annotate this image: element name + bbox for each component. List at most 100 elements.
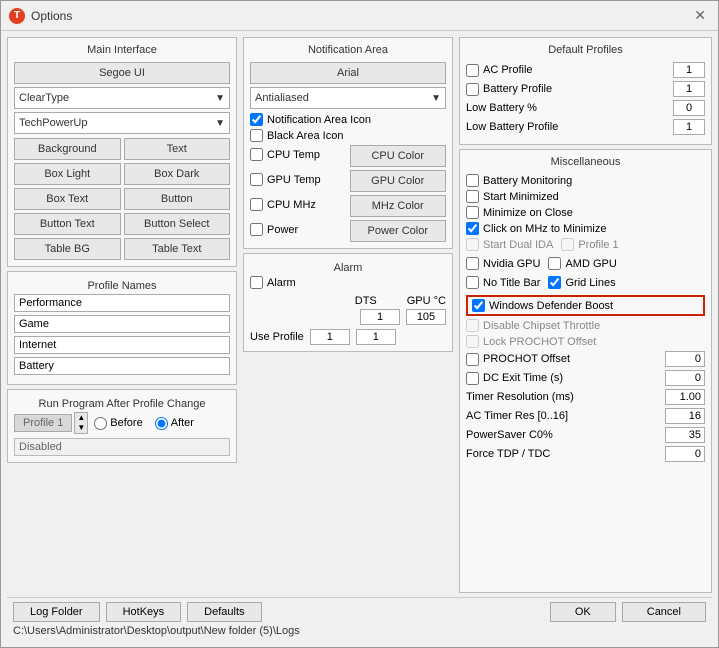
rendering-dropdown[interactable]: ClearType ▼	[14, 87, 230, 109]
click-mhz-checkbox[interactable]	[466, 222, 479, 235]
dp-ac-profile-row: AC Profile	[466, 62, 705, 78]
black-area-icon-checkbox[interactable]	[250, 129, 263, 142]
button-select-button[interactable]: Button Select	[124, 213, 231, 235]
profile-spinner-up[interactable]: ▲	[75, 413, 87, 423]
cpu-color-button[interactable]: CPU Color	[350, 145, 447, 167]
theme-dropdown[interactable]: TechPowerUp ▼	[14, 112, 230, 134]
path-display: C:\Users\Administrator\Desktop\output\Ne…	[13, 625, 706, 637]
gpu-temp-row: GPU Temp	[250, 170, 347, 189]
alarm-checkbox-row: Alarm	[250, 276, 446, 289]
cancel-button[interactable]: Cancel	[622, 602, 706, 622]
after-radio-label[interactable]: After	[155, 417, 194, 430]
alarm-checkbox[interactable]	[250, 276, 263, 289]
button-button[interactable]: Button	[124, 188, 231, 210]
profile-spinner-down[interactable]: ▼	[75, 423, 87, 433]
gpu-row: Nvidia GPU AMD GPU	[466, 257, 705, 273]
cpu-temp-row: CPU Temp	[250, 145, 347, 164]
ac-timer-res-row: AC Timer Res [0..16]	[466, 408, 705, 424]
title-bar-left: T Options	[9, 8, 72, 24]
alarm-gpu-input[interactable]	[406, 309, 446, 325]
defaults-button[interactable]: Defaults	[187, 602, 261, 622]
prochot-offset-input[interactable]	[665, 351, 705, 367]
button-text-button[interactable]: Button Text	[14, 213, 121, 235]
dc-exit-time-input[interactable]	[665, 370, 705, 386]
cpu-temp-checkbox[interactable]	[250, 148, 263, 161]
before-radio-label[interactable]: Before	[94, 417, 142, 430]
battery-monitoring-row: Battery Monitoring	[466, 174, 705, 187]
before-radio[interactable]	[94, 417, 107, 430]
prochot-offset-row: PROCHOT Offset	[466, 351, 705, 367]
hotkeys-button[interactable]: HotKeys	[106, 602, 182, 622]
ac-timer-res-input[interactable]	[665, 408, 705, 424]
gpu-temp-checkbox[interactable]	[250, 173, 263, 186]
mhz-color-button[interactable]: MHz Color	[350, 195, 447, 217]
profile1-button[interactable]: Profile 1	[14, 414, 72, 432]
title-bar-row: No Title Bar Grid Lines	[466, 276, 705, 292]
dialog-title: Options	[31, 9, 72, 23]
profile-name-1[interactable]	[14, 294, 230, 312]
font-button[interactable]: Segoe UI	[14, 62, 230, 84]
start-minimized-checkbox[interactable]	[466, 190, 479, 203]
low-battery-profile-input[interactable]	[673, 119, 705, 135]
bottom-buttons: Log Folder HotKeys Defaults	[13, 602, 262, 622]
battery-profile-input[interactable]	[673, 81, 705, 97]
force-tdp-row: Force TDP / TDC	[466, 446, 705, 462]
dc-exit-time-checkbox[interactable]	[466, 372, 479, 385]
profile-name-4[interactable]	[14, 357, 230, 375]
run-program-title: Run Program After Profile Change	[14, 398, 230, 410]
power-color-button[interactable]: Power Color	[350, 220, 447, 242]
force-tdp-input[interactable]	[665, 446, 705, 462]
ok-button[interactable]: OK	[550, 602, 616, 622]
battery-profile-checkbox[interactable]	[466, 83, 479, 96]
background-button[interactable]: Background	[14, 138, 121, 160]
nvidia-gpu-checkbox[interactable]	[466, 257, 479, 270]
box-text-button[interactable]: Box Text	[14, 188, 121, 210]
color-buttons-grid: CPU Temp CPU Color GPU Temp GPU Color CP…	[250, 145, 446, 242]
dp-battery-label: Battery Profile	[466, 83, 552, 96]
text-button[interactable]: Text	[124, 138, 231, 160]
table-text-button[interactable]: Table Text	[124, 238, 231, 260]
ac-profile-checkbox[interactable]	[466, 64, 479, 77]
minimize-on-close-checkbox[interactable]	[466, 206, 479, 219]
alarm-dts-input[interactable]	[360, 309, 400, 325]
grid-lines-checkbox[interactable]	[548, 276, 561, 289]
program-path-input[interactable]	[14, 438, 230, 456]
use-profile-input-1[interactable]	[310, 329, 350, 345]
notif-font-button[interactable]: Arial	[250, 62, 446, 84]
no-title-bar-checkbox[interactable]	[466, 276, 479, 289]
amd-gpu-checkbox[interactable]	[548, 257, 561, 270]
profile1-check-checkbox[interactable]	[561, 238, 574, 251]
dc-exit-time-row: DC Exit Time (s)	[466, 370, 705, 386]
disable-chipset-checkbox[interactable]	[466, 319, 479, 332]
table-bg-button[interactable]: Table BG	[14, 238, 121, 260]
battery-monitoring-checkbox[interactable]	[466, 174, 479, 187]
dp-low-battery-profile-row: Low Battery Profile	[466, 119, 705, 135]
powersaver-input[interactable]	[665, 427, 705, 443]
box-light-button[interactable]: Box Light	[14, 163, 121, 185]
nvidia-gpu-row: Nvidia GPU	[466, 257, 540, 270]
cpu-mhz-checkbox[interactable]	[250, 198, 263, 211]
ac-profile-input[interactable]	[673, 62, 705, 78]
profile-name-2[interactable]	[14, 315, 230, 333]
use-profile-input-2[interactable]	[356, 329, 396, 345]
log-folder-button[interactable]: Log Folder	[13, 602, 100, 622]
lock-prochot-checkbox[interactable]	[466, 335, 479, 348]
alarm-title: Alarm	[250, 262, 446, 274]
gpu-color-button[interactable]: GPU Color	[350, 170, 447, 192]
prochot-offset-checkbox[interactable]	[466, 353, 479, 366]
grid-lines-row: Grid Lines	[548, 276, 615, 289]
timer-resolution-input[interactable]	[665, 389, 705, 405]
ok-cancel-buttons: OK Cancel	[550, 602, 706, 622]
box-dark-button[interactable]: Box Dark	[124, 163, 231, 185]
windows-defender-checkbox[interactable]	[472, 299, 485, 312]
profile-names-panel: Profile Names	[7, 271, 237, 385]
power-checkbox[interactable]	[250, 223, 263, 236]
start-dual-ida-checkbox[interactable]	[466, 238, 479, 251]
mid-column: Notification Area Arial Antialiased ▼ No…	[243, 37, 453, 593]
profile-name-3[interactable]	[14, 336, 230, 354]
after-radio[interactable]	[155, 417, 168, 430]
low-battery-pct-input[interactable]	[673, 100, 705, 116]
notif-area-icon-checkbox[interactable]	[250, 113, 263, 126]
close-button[interactable]: ✕	[690, 7, 710, 24]
notif-rendering-dropdown[interactable]: Antialiased ▼	[250, 87, 446, 109]
